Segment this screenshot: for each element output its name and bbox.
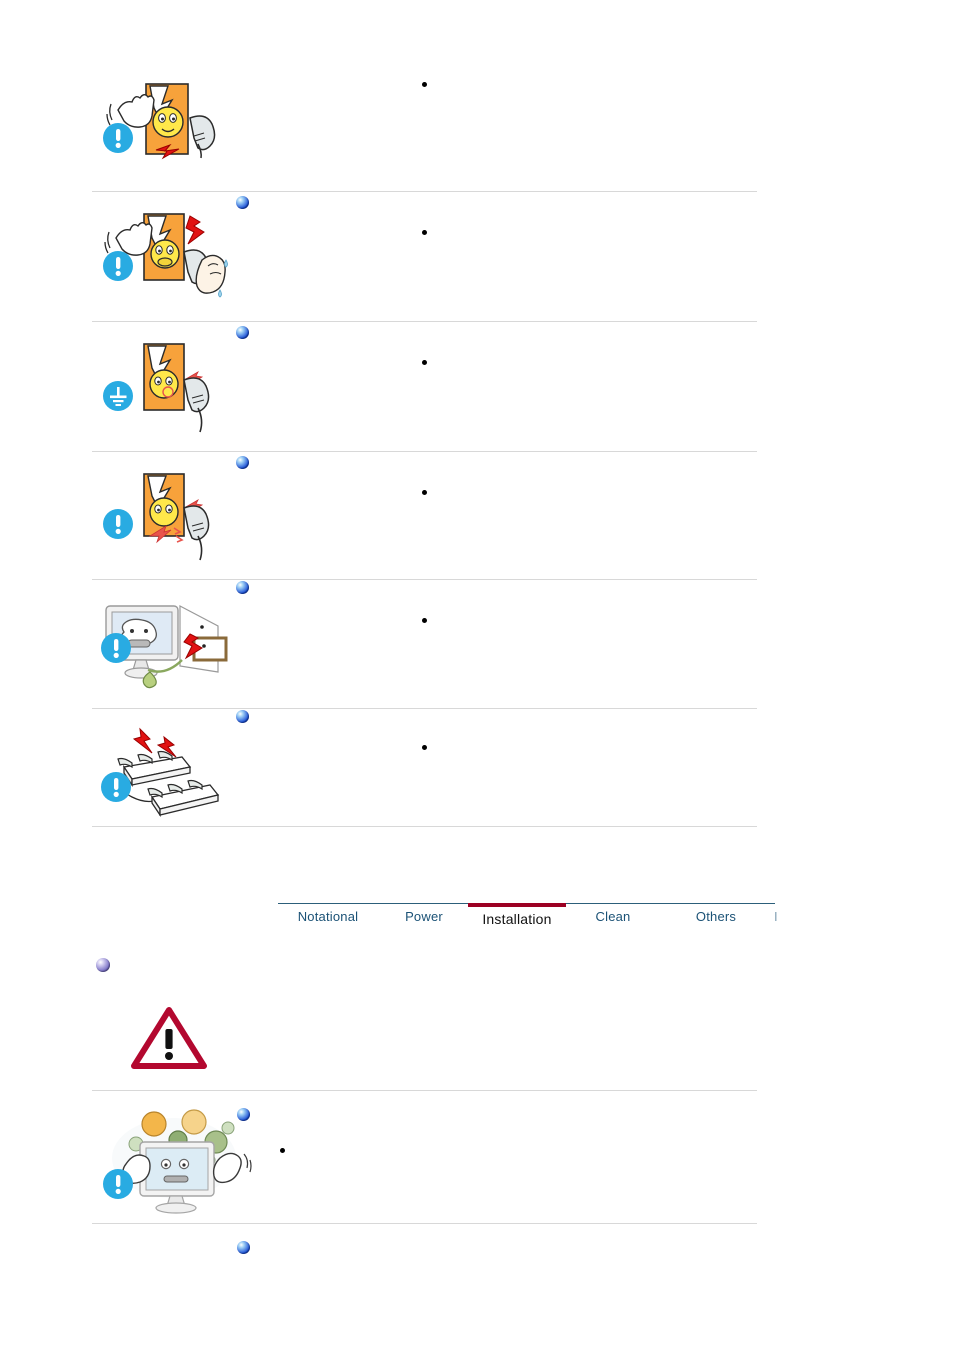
warning-triangle-icon — [131, 1007, 207, 1069]
exclamation-circle-icon — [102, 508, 134, 540]
list-bullet-sphere — [237, 1241, 250, 1254]
text-cell — [236, 322, 757, 365]
text-cell — [236, 192, 757, 235]
section-tabs[interactable]: Notational Power Installation Clean Othe… — [278, 903, 778, 945]
exclamation-circle-icon — [102, 1168, 134, 1200]
figure-cell — [92, 60, 240, 174]
safety-row — [92, 192, 757, 322]
tab-others[interactable]: Others — [678, 909, 754, 924]
figure-cell — [92, 452, 240, 566]
list-bullet-sphere — [236, 581, 249, 594]
list-bullet-dot — [422, 360, 427, 365]
list-bullet-dot — [422, 82, 427, 87]
section-divider — [92, 1090, 757, 1091]
figure-cell — [92, 580, 240, 694]
list-bullet-dot — [422, 745, 427, 750]
safety-row — [92, 452, 757, 580]
list-bullet-dot — [422, 230, 427, 235]
list-bullet-sphere — [236, 196, 249, 209]
tab-notational[interactable]: Notational — [278, 909, 378, 924]
safety-row — [92, 709, 757, 827]
text-cell — [236, 709, 757, 750]
list-bullet-dot — [280, 1148, 285, 1153]
exclamation-circle-icon — [100, 771, 132, 803]
section-divider — [92, 1223, 757, 1224]
tab-clean[interactable]: Clean — [578, 909, 648, 924]
figure-cell — [92, 709, 240, 823]
tab-clipped-next[interactable]: I — [774, 909, 778, 924]
section-bullet-sphere — [96, 958, 110, 972]
safety-row — [92, 580, 757, 709]
safety-row — [92, 1096, 757, 1223]
exclamation-circle-icon — [100, 632, 132, 664]
safety-row — [92, 322, 757, 452]
manual-page: Notational Power Installation Clean Othe… — [0, 0, 954, 1351]
power-safety-list — [92, 60, 757, 827]
text-cell — [236, 452, 757, 495]
safety-row — [92, 60, 757, 192]
active-tab-marker — [468, 903, 566, 907]
list-bullet-sphere — [236, 456, 249, 469]
text-cell — [240, 60, 757, 87]
exclamation-circle-icon — [102, 250, 134, 282]
exclamation-circle-icon — [102, 122, 134, 154]
figure-cell — [92, 322, 240, 436]
list-bullet-dot — [422, 618, 427, 623]
tab-installation[interactable]: Installation — [468, 911, 566, 927]
list-bullet-sphere — [237, 1108, 250, 1121]
ground-earth-icon — [102, 380, 134, 412]
safety-row — [92, 1230, 757, 1351]
caution-block — [130, 1005, 208, 1074]
list-bullet-sphere — [236, 710, 249, 723]
tab-power[interactable]: Power — [384, 909, 464, 924]
list-bullet-sphere — [236, 326, 249, 339]
figure-cell — [92, 192, 240, 306]
list-bullet-dot — [422, 490, 427, 495]
text-cell — [236, 580, 757, 623]
